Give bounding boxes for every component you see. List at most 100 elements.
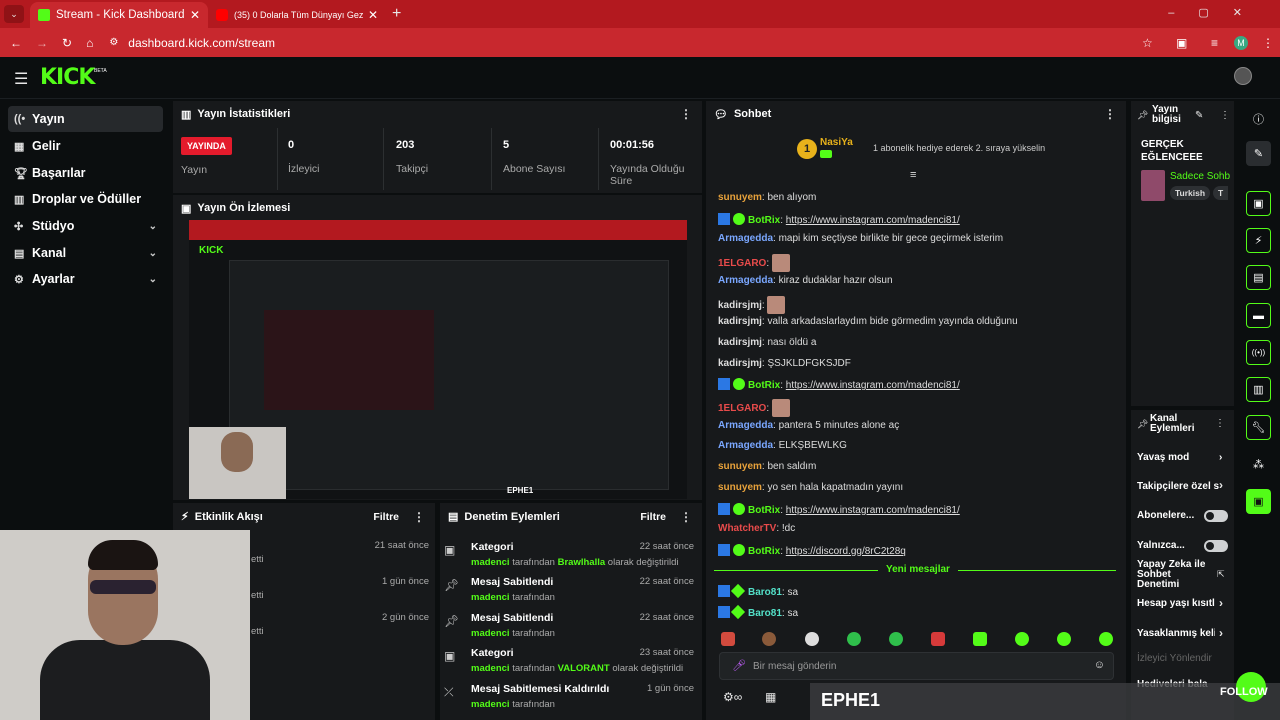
chat-username[interactable]: kadirsjmj: [718, 358, 762, 369]
emote-icon[interactable]: [973, 632, 987, 646]
user-avatar[interactable]: [1234, 67, 1252, 85]
action-ai-moderation[interactable]: Yapay Zeka ile Sohbet Denetimi: [1137, 560, 1212, 590]
action-slow-mode[interactable]: Yavaş mod ›: [1137, 452, 1229, 463]
forward-icon[interactable]: →: [36, 36, 48, 50]
chat-username[interactable]: BotRix: [748, 546, 780, 557]
chat-username[interactable]: Armagedda: [718, 440, 773, 451]
stream-preview-video[interactable]: KICK EPHE1: [189, 220, 687, 499]
chat-panel-icon[interactable]: ▬: [1246, 303, 1271, 328]
info-icon[interactable]: ⓘ: [1246, 106, 1271, 131]
site-info-icon[interactable]: ⚙: [109, 37, 118, 48]
emote-icon[interactable]: [762, 632, 776, 646]
action-viewer-redirect[interactable]: İzleyici Yönlendir: [1137, 653, 1229, 664]
chat-username[interactable]: WhatcherTV: [718, 523, 776, 534]
chat-username[interactable]: Baro81: [748, 587, 782, 598]
kick-logo[interactable]: KICK: [40, 65, 95, 90]
emote-icon[interactable]: [1099, 632, 1113, 646]
new-tab-button[interactable]: +: [392, 5, 401, 23]
edit-icon[interactable]: ✎: [1195, 110, 1203, 121]
moderation-filter-button[interactable]: Filtre: [640, 511, 666, 523]
info-panel-icon[interactable]: ▥: [1246, 377, 1271, 402]
emote-icon[interactable]: [931, 632, 945, 646]
only-toggle[interactable]: [1204, 540, 1228, 552]
sidebar-item-yayin[interactable]: ((• Yayın: [8, 106, 163, 132]
chat-settings-icon[interactable]: ⚙∞: [723, 690, 742, 704]
tab-search-icon[interactable]: ⌄: [4, 5, 24, 23]
emote-icon[interactable]: [1057, 632, 1071, 646]
moderation-panel-icon[interactable]: ▤: [1246, 265, 1271, 290]
chat-username[interactable]: Armagedda: [718, 420, 773, 431]
chat-username[interactable]: Baro81: [748, 608, 782, 619]
emote-icon[interactable]: [805, 632, 819, 646]
tab-kick-dashboard[interactable]: Stream - Kick Dashboard ✕: [30, 2, 208, 28]
back-icon[interactable]: ←: [10, 36, 22, 50]
chat-username[interactable]: sunuyem: [718, 482, 762, 493]
action-account-age[interactable]: Hesap yaşı kısıtla: [1137, 598, 1215, 609]
chat-username[interactable]: kadirsjmj: [718, 337, 762, 348]
emoji-icon[interactable]: ☺: [1094, 659, 1105, 671]
action-banned-words[interactable]: Yasaklanmış keli: [1137, 628, 1215, 639]
pin-collapse-icon[interactable]: ≡: [910, 169, 916, 181]
chat-username[interactable]: BotRix: [748, 505, 780, 516]
chat-username[interactable]: Armagedda: [718, 233, 773, 244]
browser-menu-icon[interactable]: ⋮: [1262, 36, 1274, 50]
sidebar-item-ayarlar[interactable]: ⚙ Ayarlar ⌄: [8, 266, 163, 292]
sidebar-item-droplar[interactable]: ▥ Droplar ve Ödüller: [8, 186, 163, 212]
edit-layout-icon[interactable]: ✎: [1246, 141, 1271, 166]
more-icon[interactable]: ⋮: [413, 510, 425, 524]
emote-icon[interactable]: [847, 632, 861, 646]
chat-username[interactable]: BotRix: [748, 215, 780, 226]
url-field[interactable]: dashboard.kick.com/stream: [128, 36, 275, 50]
more-icon[interactable]: ⋮: [1104, 107, 1116, 121]
sidebar-item-kanal[interactable]: ▤ Kanal ⌄: [8, 240, 163, 266]
activity-panel-icon[interactable]: ⚡︎: [1246, 228, 1271, 253]
sidebar-item-gelir[interactable]: ▦ Gelir: [8, 133, 163, 159]
more-icon[interactable]: ⋮: [1215, 418, 1225, 429]
sidebar-item-studyo[interactable]: ✣ Stüdyo ⌄: [8, 213, 163, 239]
share-icon[interactable]: ⁂: [1246, 452, 1271, 477]
chat-username[interactable]: sunuyem: [718, 192, 762, 203]
tag-chip[interactable]: T: [1213, 186, 1229, 200]
hamburger-menu-icon[interactable]: ☰: [14, 69, 28, 89]
chat-username[interactable]: BotRix: [748, 380, 780, 391]
home-icon[interactable]: ⌂: [86, 36, 93, 50]
add-panel-icon[interactable]: ▣: [1246, 489, 1271, 514]
store-icon[interactable]: ▦: [765, 690, 776, 704]
close-tab-icon[interactable]: ✕: [368, 8, 378, 22]
stats-panel-icon[interactable]: ▣: [1246, 191, 1271, 216]
chat-username[interactable]: Armagedda: [718, 275, 773, 286]
chat-username[interactable]: sunuyem: [718, 461, 762, 472]
close-tab-icon[interactable]: ✕: [190, 8, 200, 22]
more-icon[interactable]: ⋮: [680, 510, 692, 524]
activity-filter-button[interactable]: Filtre: [373, 511, 399, 523]
media-icon[interactable]: ≡: [1211, 36, 1218, 50]
chat-link[interactable]: https://www.instagram.com/madenci81/: [786, 505, 960, 516]
external-link-icon[interactable]: ⇱: [1217, 569, 1225, 580]
profile-avatar[interactable]: M: [1234, 35, 1248, 50]
emote-icon[interactable]: [889, 632, 903, 646]
chat-username[interactable]: 1ELGARO: [718, 403, 766, 414]
pinned-user[interactable]: NasiYa: [820, 137, 853, 148]
chat-link[interactable]: https://www.instagram.com/madenci81/: [786, 215, 960, 226]
tools-panel-icon[interactable]: 🔧︎: [1246, 415, 1271, 440]
reload-icon[interactable]: ↻: [62, 36, 72, 50]
sidebar-item-basarilar[interactable]: 🏆︎ Başarılar: [8, 160, 163, 186]
chat-username[interactable]: kadirsjmj: [718, 300, 762, 311]
tab-youtube[interactable]: (35) 0 Dolarla Tüm Dünyayı Gez ✕: [208, 2, 386, 28]
broadcast-panel-icon[interactable]: ((•)): [1246, 340, 1271, 365]
action-followers-only[interactable]: Takipçilere özel s: [1137, 481, 1229, 492]
chat-input[interactable]: 🎤︎ Bir mesaj gönderin ☺: [719, 652, 1114, 680]
chat-username[interactable]: kadirsjmj: [718, 316, 762, 327]
chat-link[interactable]: https://www.instagram.com/madenci81/: [786, 380, 960, 391]
bookmark-star-icon[interactable]: ☆: [1142, 36, 1153, 50]
extensions-icon[interactable]: ▣: [1176, 36, 1187, 50]
chat-link[interactable]: https://discord.gg/8rC2t28q: [786, 546, 906, 557]
chat-username[interactable]: 1ELGARO: [718, 258, 766, 269]
more-icon[interactable]: ⋮: [1220, 110, 1230, 121]
mic-icon[interactable]: 🎤︎: [732, 659, 746, 672]
emote-icon[interactable]: [721, 632, 735, 646]
more-icon[interactable]: ⋮: [680, 107, 692, 121]
category-name[interactable]: Sadece Sohb: [1170, 171, 1230, 182]
subscribers-toggle[interactable]: [1204, 510, 1228, 522]
tag-chip[interactable]: Turkish: [1170, 186, 1211, 200]
